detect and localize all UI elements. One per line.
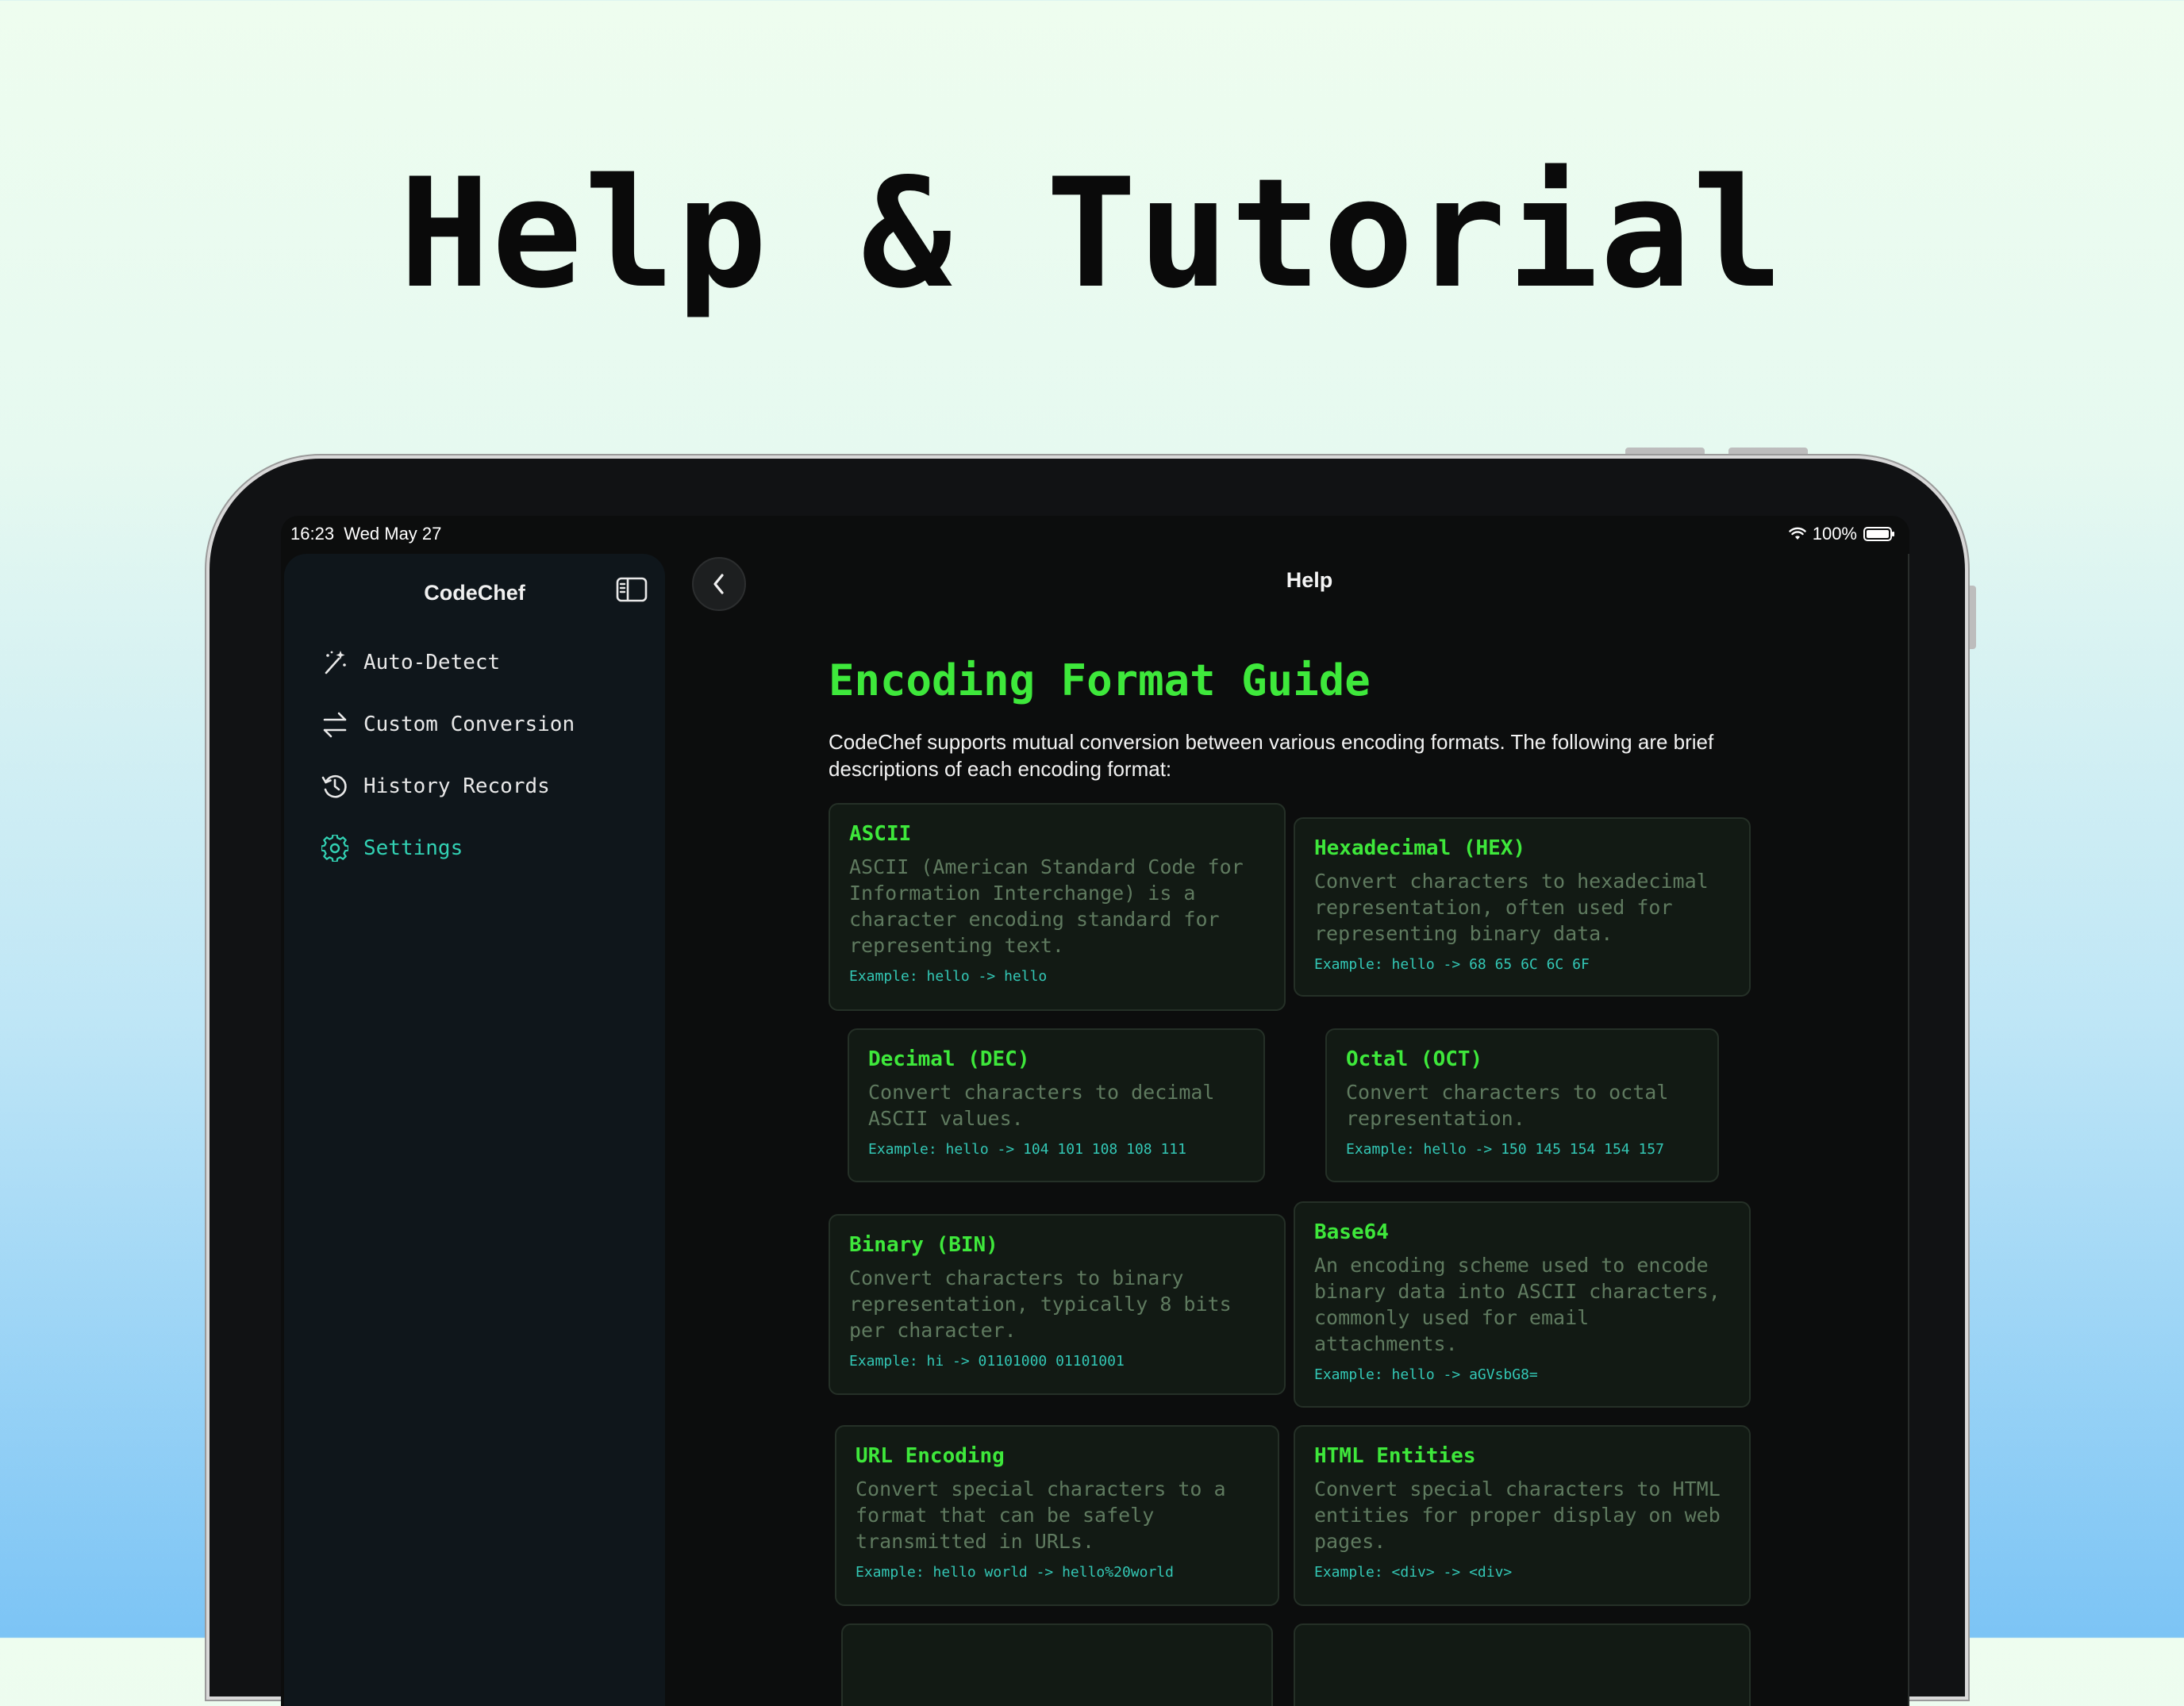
volume-up-button — [1625, 448, 1705, 459]
wifi-icon — [1789, 527, 1806, 540]
tablet-frame: 16:23 Wed May 27 100% CodeChef Auto-Dete… — [210, 459, 1965, 1706]
card-description: Convert characters to hexadecimal repres… — [1314, 870, 1709, 945]
card-example: Example: <div> -> <div> — [1314, 1564, 1513, 1581]
page-title: Encoding Format Guide — [829, 655, 1371, 705]
history-clock-icon — [319, 770, 351, 802]
power-button — [1965, 586, 1976, 649]
sidebar-item-label: Auto-Detect — [363, 651, 501, 674]
card-description: Convert special characters to HTML entit… — [1314, 1477, 1721, 1553]
card-example: Example: hi -> 01101000 01101001 — [849, 1353, 1125, 1370]
card-example: Example: hello -> hello — [849, 968, 1048, 985]
intro-text: CodeChef supports mutual conversion betw… — [829, 730, 1714, 781]
status-right: 100% — [1789, 524, 1894, 544]
format-card-partial — [1294, 1623, 1751, 1706]
card-title: Decimal (DEC) — [868, 1047, 1030, 1071]
card-title: ASCII — [849, 822, 912, 846]
nav-title: Help — [1286, 568, 1333, 592]
card-title: Octal (OCT) — [1346, 1047, 1483, 1071]
status-bar: 16:23 Wed May 27 100% — [281, 516, 1909, 554]
sidebar-item-label: History Records — [363, 774, 550, 798]
card-example: Example: hello -> 68 65 6C 6C 6F — [1314, 956, 1590, 973]
hero-title: Help & Tutorial — [399, 146, 1785, 321]
sidebar-item-custom-conversion[interactable]: Custom Conversion — [319, 694, 575, 755]
card-description: ASCII (American Standard Code for Inform… — [849, 855, 1244, 957]
battery-percent: 100% — [1812, 524, 1857, 544]
sidebar-title: CodeChef — [424, 581, 525, 605]
sidebar-item-auto-detect[interactable]: Auto-Detect — [319, 632, 575, 694]
volume-down-button — [1728, 448, 1808, 459]
card-example: Example: hello -> aGVsbG8= — [1314, 1366, 1538, 1383]
status-date: Wed May 27 — [344, 524, 442, 544]
sidebar-toggle-icon[interactable] — [616, 576, 648, 603]
card-description: Convert characters to binary representat… — [849, 1266, 1232, 1342]
status-clock: 16:23 — [290, 524, 335, 544]
format-card-base64: Base64 An encoding scheme used to encode… — [1294, 1201, 1751, 1408]
card-title: URL Encoding — [856, 1444, 1005, 1468]
card-title: Hexadecimal (HEX) — [1314, 836, 1526, 860]
sidebar-item-history-records[interactable]: History Records — [319, 755, 575, 817]
card-title: Base64 — [1314, 1220, 1389, 1244]
format-card-hex: Hexadecimal (HEX) Convert characters to … — [1294, 817, 1751, 997]
sidebar-item-label: Settings — [363, 836, 463, 860]
card-description: Convert characters to decimal ASCII valu… — [868, 1081, 1215, 1130]
card-description: Convert characters to octal representati… — [1346, 1081, 1669, 1130]
format-card-octal: Octal (OCT) Convert characters to octal … — [1325, 1028, 1719, 1182]
card-example: Example: hello world -> hello%20world — [856, 1564, 1174, 1581]
card-example: Example: hello -> 150 145 154 154 157 — [1346, 1141, 1664, 1158]
format-card-ascii: ASCII ASCII (American Standard Code for … — [829, 803, 1286, 1011]
battery-icon — [1863, 527, 1894, 541]
status-time: 16:23 Wed May 27 — [290, 524, 441, 544]
sidebar-item-label: Custom Conversion — [363, 713, 575, 736]
card-example: Example: hello -> 104 101 108 108 111 — [868, 1141, 1186, 1158]
sidebar-nav: Auto-Detect Custom Conversion History Re… — [319, 632, 575, 879]
sidebar-item-settings[interactable]: Settings — [319, 817, 575, 879]
magic-wand-icon — [319, 647, 351, 678]
format-card-html-entities: HTML Entities Convert special characters… — [1294, 1425, 1751, 1606]
card-description: An encoding scheme used to encode binary… — [1314, 1254, 1721, 1355]
sidebar: CodeChef Auto-Detect Custom Conversion H… — [284, 554, 665, 1706]
format-card-partial — [841, 1623, 1273, 1706]
gear-icon — [319, 832, 351, 864]
back-button[interactable] — [692, 557, 746, 611]
format-card-decimal: Decimal (DEC) Convert characters to deci… — [848, 1028, 1265, 1182]
card-title: Binary (BIN) — [849, 1233, 998, 1257]
card-title: HTML Entities — [1314, 1444, 1476, 1468]
scroll-edge — [1908, 554, 1909, 1706]
card-description: Convert special characters to a format t… — [856, 1477, 1226, 1553]
format-card-binary: Binary (BIN) Convert characters to binar… — [829, 1214, 1286, 1395]
arrows-left-right-icon — [319, 709, 351, 740]
app-screen: 16:23 Wed May 27 100% CodeChef Auto-Dete… — [281, 516, 1909, 1706]
format-card-url-encoding: URL Encoding Convert special characters … — [835, 1425, 1279, 1606]
chevron-left-icon — [713, 574, 724, 594]
